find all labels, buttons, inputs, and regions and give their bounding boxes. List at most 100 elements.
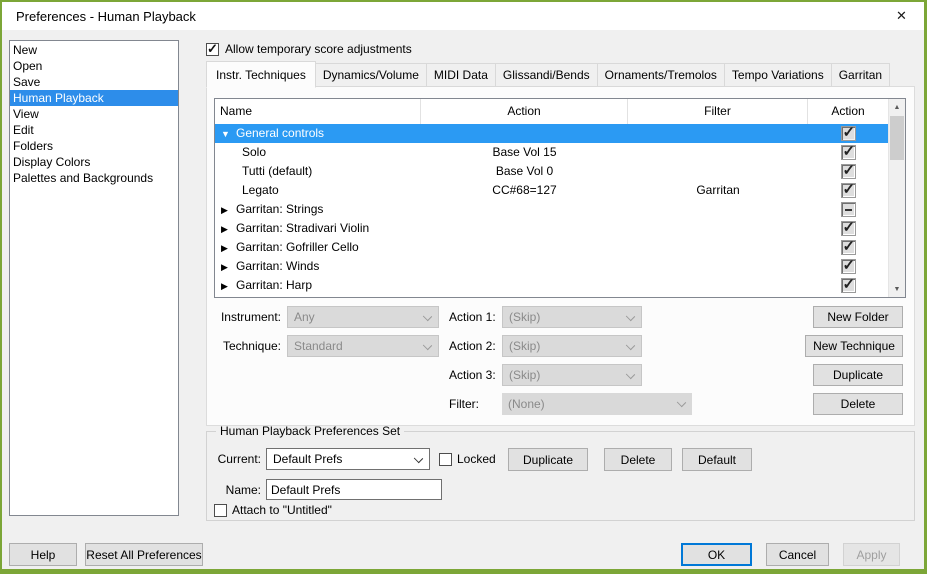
locked-label: Locked	[457, 452, 496, 466]
close-button[interactable]: ✕	[879, 2, 924, 30]
help-button[interactable]: Help	[9, 543, 77, 566]
table-row[interactable]: ▶ Garritan: Stradivari Violin	[215, 219, 888, 238]
row-enabled-checkbox[interactable]	[840, 124, 856, 142]
expander-icon[interactable]: ▶	[221, 220, 236, 238]
column-header-filter[interactable]: Filter	[628, 99, 808, 124]
category-item[interactable]: Open	[10, 58, 178, 74]
row-action: Base Vol 0	[495, 164, 554, 178]
category-item[interactable]: New	[10, 42, 178, 58]
current-prefs-dropdown[interactable]: Default Prefs	[266, 448, 430, 470]
action1-dropdown[interactable]: (Skip)	[502, 306, 642, 328]
instr-techniques-panel: Name Action Filter Action ▼ General contr…	[206, 86, 915, 426]
table-row[interactable]: Legato CC#68=127 Garritan	[215, 181, 888, 200]
current-label: Current:	[217, 452, 261, 466]
technique-label: Technique:	[222, 339, 281, 353]
row-enabled-checkbox[interactable]	[840, 162, 856, 180]
category-item[interactable]: Save	[10, 74, 178, 90]
row-enabled-checkbox[interactable]	[840, 143, 856, 161]
row-filter	[628, 238, 808, 257]
scroll-up-icon[interactable]: ▲	[889, 99, 905, 115]
expander-icon[interactable]: ▶	[221, 239, 236, 257]
column-header-name[interactable]: Name	[215, 99, 421, 124]
tab-strip: Instr. Techniques Dynamics/Volume MIDI Dat…	[206, 61, 891, 88]
row-enabled-checkbox[interactable]	[840, 276, 856, 294]
category-item[interactable]: View	[10, 106, 178, 122]
category-list: New Open Save Human Playback View Edit Folders…	[9, 40, 179, 516]
duplicate-technique-button[interactable]: Duplicate	[813, 364, 903, 386]
delete-technique-button[interactable]: Delete	[813, 393, 903, 415]
new-technique-button[interactable]: New Technique	[805, 335, 903, 357]
chevron-down-icon	[676, 397, 687, 408]
row-name: Garritan: Harp	[236, 278, 313, 292]
locked-checkbox[interactable]	[439, 452, 452, 466]
row-filter	[628, 162, 808, 181]
title-bar: Preferences - Human Playback ✕	[2, 2, 924, 30]
duplicate-prefs-button[interactable]: Duplicate	[508, 448, 588, 471]
new-folder-button[interactable]: New Folder	[813, 306, 903, 328]
row-action	[421, 124, 628, 143]
row-enabled-checkbox[interactable]	[840, 202, 856, 217]
table-row[interactable]: ▶ Garritan: Strings	[215, 200, 888, 219]
table-row[interactable]: ▶ Garritan: Gofriller Cello	[215, 238, 888, 257]
table-row[interactable]: Tutti (default) Base Vol 0	[215, 162, 888, 181]
category-item[interactable]: Edit	[10, 122, 178, 138]
reset-all-preferences-button[interactable]: Reset All Preferences	[85, 543, 203, 566]
row-enabled-checkbox[interactable]	[840, 257, 856, 275]
table-row[interactable]: ▶ Garritan: Harp	[215, 276, 888, 295]
row-action: CC#68=127	[492, 183, 557, 197]
tab[interactable]: MIDI Data	[425, 63, 496, 87]
table-row[interactable]: Solo Base Vol 15	[215, 143, 888, 162]
action3-dropdown[interactable]: (Skip)	[502, 364, 642, 386]
attach-checkbox[interactable]	[214, 503, 227, 517]
row-action: Base Vol 15	[492, 145, 557, 159]
row-name: Solo	[242, 145, 267, 159]
table-row[interactable]: ▼ General controls	[215, 124, 888, 143]
cancel-button[interactable]: Cancel	[766, 543, 829, 566]
category-item[interactable]: Palettes and Backgrounds	[10, 170, 178, 186]
filter-label: Filter:	[449, 397, 479, 411]
technique-dropdown[interactable]: Standard	[287, 335, 439, 357]
delete-prefs-button[interactable]: Delete	[604, 448, 672, 471]
expander-icon[interactable]: ▼	[221, 125, 236, 143]
row-filter	[628, 219, 808, 238]
row-enabled-checkbox[interactable]	[840, 238, 856, 256]
attach-row: Attach to "Untitled"	[214, 503, 332, 517]
column-header-enabled[interactable]: Action	[808, 99, 888, 124]
default-prefs-button[interactable]: Default	[682, 448, 752, 471]
prefs-name-input[interactable]	[266, 479, 442, 500]
tab[interactable]: Tempo Variations	[723, 63, 832, 87]
scrollbar-thumb[interactable]	[890, 116, 904, 160]
row-name: Garritan: Strings	[236, 202, 324, 216]
allow-adjustments-label: Allow temporary score adjustments	[225, 42, 412, 56]
ok-button[interactable]: OK	[681, 543, 752, 566]
filter-dropdown[interactable]: (None)	[502, 393, 692, 415]
category-item[interactable]: Folders	[10, 138, 178, 154]
category-item[interactable]: Display Colors	[10, 154, 178, 170]
category-item[interactable]: Human Playback	[10, 90, 178, 106]
expander-icon[interactable]: ▶	[221, 258, 236, 276]
chevron-down-icon	[422, 340, 433, 351]
column-header-action[interactable]: Action	[421, 99, 628, 124]
expander-icon[interactable]: ▶	[221, 201, 236, 219]
scroll-down-icon[interactable]: ▼	[889, 281, 905, 297]
expander-icon[interactable]: ▶	[221, 277, 236, 295]
tab[interactable]: Garritan	[830, 63, 891, 87]
tab[interactable]: Glissandi/Bends	[494, 63, 598, 87]
action2-dropdown[interactable]: (Skip)	[502, 335, 642, 357]
tab[interactable]: Dynamics/Volume	[314, 63, 427, 87]
row-enabled-checkbox[interactable]	[840, 181, 856, 199]
allow-adjustments-row: Allow temporary score adjustments	[206, 41, 412, 57]
tab[interactable]: Instr. Techniques	[206, 61, 316, 88]
row-enabled-checkbox[interactable]	[840, 219, 856, 237]
tab[interactable]: Ornaments/Tremolos	[596, 63, 725, 87]
action2-label: Action 2:	[449, 339, 496, 353]
row-action	[421, 257, 628, 276]
action3-label: Action 3:	[449, 368, 496, 382]
attach-label: Attach to "Untitled"	[232, 503, 332, 517]
allow-adjustments-checkbox[interactable]	[206, 41, 219, 57]
row-name: Tutti (default)	[242, 164, 313, 178]
instrument-dropdown[interactable]: Any	[287, 306, 439, 328]
table-scrollbar[interactable]: ▲ ▼	[888, 99, 905, 297]
table-header: Name Action Filter Action	[215, 99, 888, 124]
table-row[interactable]: ▶ Garritan: Winds	[215, 257, 888, 276]
